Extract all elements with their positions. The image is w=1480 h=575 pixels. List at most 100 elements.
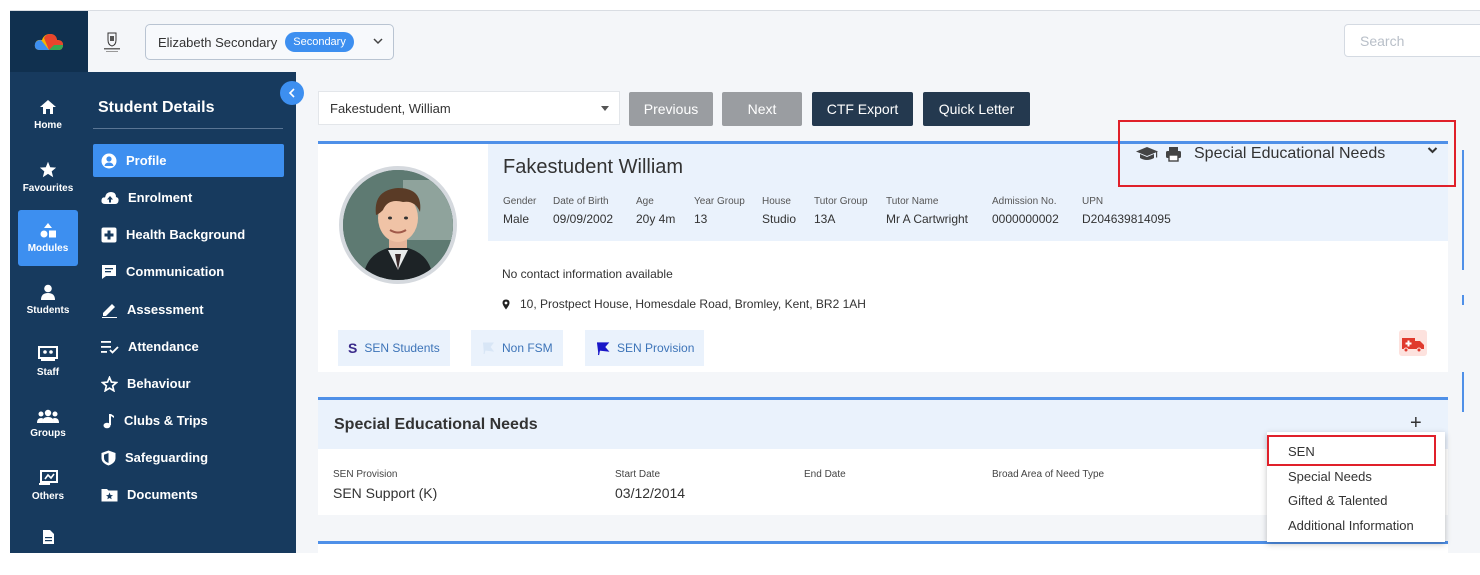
- sidebar-divider: [93, 128, 283, 129]
- detail-value: 0000000002: [992, 212, 1059, 226]
- school-selector[interactable]: Elizabeth Secondary Secondary: [145, 24, 394, 60]
- graduation-cap-icon: [1136, 146, 1158, 160]
- sidebar-item-attendance[interactable]: Attendance: [93, 330, 284, 363]
- document-icon: [42, 530, 54, 544]
- sidebar-item-label: Attendance: [128, 339, 199, 354]
- next-button[interactable]: Next: [722, 92, 802, 126]
- previous-button[interactable]: Previous: [629, 92, 713, 126]
- sidebar-item-label: Communication: [126, 264, 225, 279]
- rail-label: Staff: [36, 367, 60, 378]
- address: 10, Prostpect House, Homesdale Road, Bro…: [502, 297, 866, 311]
- field-label: SEN Provision: [333, 469, 398, 480]
- groups-icon: [37, 409, 59, 423]
- sidebar-item-assessment[interactable]: Assessment: [93, 293, 284, 326]
- detail-year-group: Year Group 13: [694, 196, 745, 226]
- sidebar-item-safeguarding[interactable]: Safeguarding: [93, 441, 284, 474]
- rail-groups[interactable]: Groups: [18, 396, 78, 452]
- medical-alert-icon[interactable]: [1399, 330, 1427, 356]
- rail-label: Groups: [30, 428, 66, 439]
- modules-icon: [40, 223, 56, 238]
- flag-icon: [597, 341, 610, 355]
- rail-home[interactable]: Home: [18, 87, 78, 143]
- tag-sen-students[interactable]: S SEN Students: [338, 330, 450, 366]
- chevron-down-icon: [373, 38, 383, 45]
- home-icon: [40, 100, 56, 114]
- rail-favourites[interactable]: Favourites: [18, 149, 78, 205]
- detail-admission-no: Admission No. 0000000002: [992, 196, 1059, 226]
- edge-accent: [1462, 372, 1464, 412]
- school-crest-logo: [102, 31, 122, 53]
- rail-students[interactable]: Students: [18, 272, 78, 328]
- cloud-logo-icon: [34, 33, 63, 50]
- app-logo[interactable]: [10, 11, 88, 72]
- sidebar-item-communication[interactable]: Communication: [93, 255, 284, 288]
- sen-field-end-date: End Date: [804, 469, 846, 485]
- cloud-upload-icon: [101, 191, 119, 204]
- tag-sen-provision[interactable]: SEN Provision: [585, 330, 705, 366]
- quick-letter-button[interactable]: Quick Letter: [923, 92, 1030, 126]
- rail-label: Students: [26, 305, 70, 316]
- sidebar-item-label: Enrolment: [128, 190, 193, 205]
- rail-staff[interactable]: Staff: [18, 334, 78, 390]
- ctf-export-button[interactable]: CTF Export: [812, 92, 913, 126]
- collapse-sidebar-button[interactable]: [280, 81, 304, 105]
- app-window: Home Favourites Modules Students Staff G…: [10, 10, 1480, 553]
- rail-modules[interactable]: Modules: [18, 210, 78, 266]
- rail-label: Modules: [27, 243, 69, 254]
- rail-others[interactable]: Others: [18, 458, 78, 514]
- student-photo: [339, 166, 457, 284]
- menu-item-special-needs[interactable]: Special Needs: [1288, 469, 1372, 484]
- edge-accent: [1462, 295, 1464, 305]
- contact-info: No contact information available: [502, 267, 673, 281]
- tag-label: SEN Students: [364, 341, 440, 355]
- print-icon: [1166, 146, 1181, 162]
- detail-label: UPN: [1082, 196, 1104, 207]
- address-text: 10, Prostpect House, Homesdale Road, Bro…: [520, 297, 866, 311]
- detail-label: Gender: [503, 196, 537, 207]
- detail-label: Date of Birth: [553, 196, 609, 207]
- sidebar-item-behaviour[interactable]: Behaviour: [93, 367, 284, 400]
- search-input[interactable]: [1344, 24, 1480, 57]
- plus-square-icon: [101, 227, 117, 242]
- sidebar-item-health-background[interactable]: Health Background: [93, 218, 284, 251]
- sidebar-item-documents[interactable]: Documents: [93, 478, 284, 511]
- sidebar-item-profile[interactable]: Profile: [93, 144, 284, 177]
- rail-label: Home: [34, 120, 62, 131]
- menu-item-additional-info[interactable]: Additional Information: [1288, 518, 1414, 533]
- menu-item-sen[interactable]: SEN: [1288, 444, 1315, 459]
- tag-non-fsm[interactable]: Non FSM: [471, 330, 563, 366]
- sen-view-selector[interactable]: Special Educational Needs: [1118, 120, 1456, 187]
- sen-field-start-date: Start Date 03/12/2014: [615, 469, 685, 501]
- menu-item-gifted-talented[interactable]: Gifted & Talented: [1288, 493, 1388, 508]
- user-icon: [41, 284, 55, 300]
- pencil-icon: [102, 303, 117, 318]
- sen-view-menu: SEN Special Needs Gifted & Talented Addi…: [1267, 432, 1445, 542]
- student-details-nav: Student Details Profile Enrolment Health…: [88, 72, 296, 553]
- module-rail: Home Favourites Modules Students Staff G…: [10, 11, 88, 553]
- sidebar-item-enrolment[interactable]: Enrolment: [93, 181, 284, 214]
- rail-label: Others: [31, 491, 65, 502]
- detail-tutor-group: Tutor Group 13A: [814, 196, 868, 226]
- school-name: Elizabeth Secondary: [158, 34, 278, 50]
- detail-age: Age 20y 4m: [636, 196, 675, 226]
- detail-value: Studio: [762, 212, 797, 226]
- detail-label: Tutor Name: [886, 196, 939, 207]
- caret-down-icon: [601, 106, 609, 111]
- detail-label: House: [762, 196, 791, 207]
- sidebar-title: Student Details: [98, 99, 215, 116]
- sidebar-item-label: Health Background: [126, 227, 246, 242]
- right-scroll-edge: [1462, 72, 1480, 553]
- sen-panel-title: Special Educational Needs: [334, 416, 538, 433]
- sen-view-label: Special Educational Needs: [1194, 144, 1386, 162]
- chevron-left-icon: [288, 88, 295, 98]
- student-selector[interactable]: Fakestudent, William: [318, 91, 620, 125]
- detail-label: Year Group: [694, 196, 745, 207]
- student-selector-value: Fakestudent, William: [330, 100, 451, 116]
- rail-documents[interactable]: [18, 519, 78, 553]
- sidebar-item-label: Assessment: [127, 302, 204, 317]
- sidebar-item-clubs-trips[interactable]: Clubs & Trips: [93, 404, 284, 437]
- top-header: Elizabeth Secondary Secondary: [88, 11, 1480, 72]
- message-icon: [102, 264, 116, 279]
- field-label: Start Date: [615, 469, 661, 480]
- sidebar-item-label: Profile: [126, 153, 167, 168]
